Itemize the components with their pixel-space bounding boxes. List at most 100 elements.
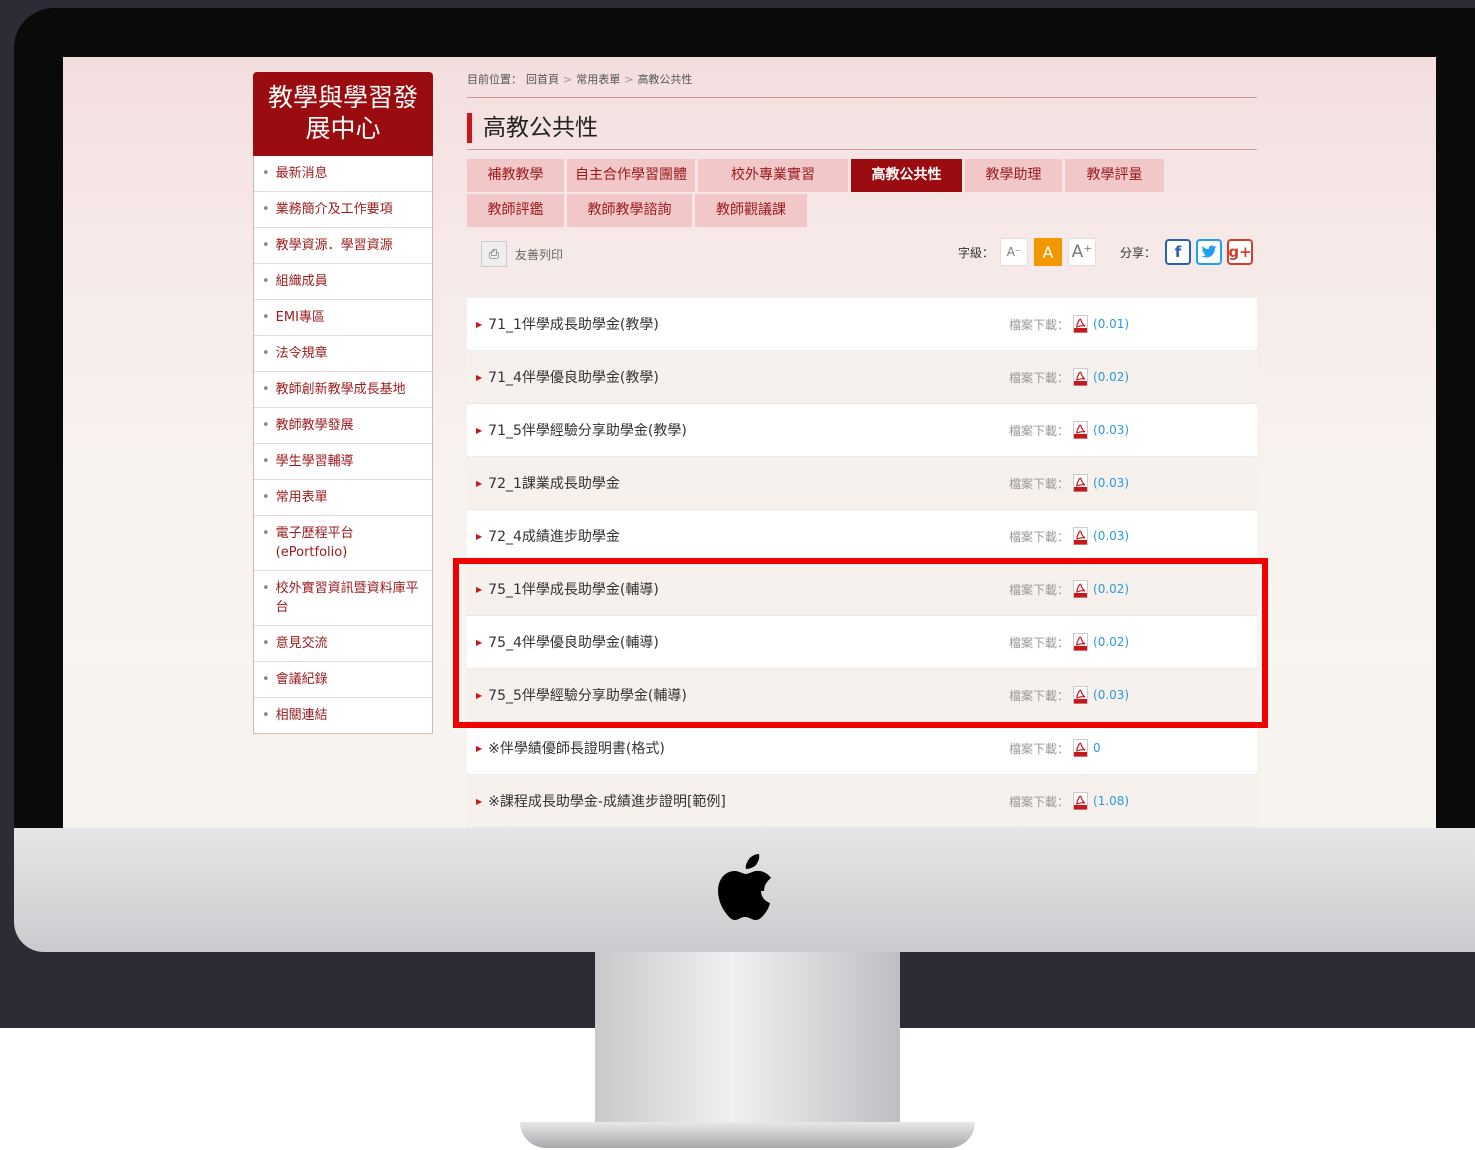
pdf-icon[interactable] bbox=[1073, 686, 1089, 704]
font-normal-button[interactable]: A bbox=[1033, 238, 1062, 266]
googleplus-icon[interactable]: g+ bbox=[1227, 239, 1253, 265]
sidebar-item-news[interactable]: • 最新消息 bbox=[254, 156, 432, 192]
arrow-icon: ▶ bbox=[476, 637, 483, 647]
file-size-link[interactable]: (0.02) bbox=[1093, 582, 1129, 596]
font-size-label: 字級： bbox=[957, 245, 994, 260]
sidebar-item-label: 最新消息 bbox=[275, 166, 328, 181]
tab-external-internship[interactable]: 校外專業實習 bbox=[698, 159, 848, 192]
file-name-link[interactable]: 71_5伴學經驗分享助學金(教學) bbox=[488, 420, 687, 440]
bullet-icon: • bbox=[262, 418, 270, 433]
file-name-link[interactable]: 75_4伴學優良助學金(輔導) bbox=[488, 632, 659, 652]
file-size-link[interactable]: (0.03) bbox=[1093, 688, 1129, 702]
sidebar-item-emi[interactable]: • EMI專區 bbox=[254, 300, 432, 336]
download-cell: 檔案下載： (1.08) bbox=[1009, 775, 1129, 827]
pdf-icon[interactable] bbox=[1073, 792, 1089, 810]
sidebar-item-regulations[interactable]: • 法令規章 bbox=[254, 336, 432, 372]
facebook-icon[interactable]: f bbox=[1165, 239, 1191, 265]
monitor-stand bbox=[520, 952, 975, 1150]
sidebar-item-resources[interactable]: • 教學資源．學習資源 bbox=[254, 228, 432, 264]
font-large-button[interactable]: A⁺ bbox=[1067, 238, 1096, 266]
file-row: ▶ 71_1伴學成長助學金(教學) 檔案下載： (0.01) bbox=[467, 298, 1257, 351]
pdf-icon[interactable] bbox=[1073, 633, 1089, 651]
sidebar-item-business[interactable]: • 業務簡介及工作要項 bbox=[254, 192, 432, 228]
sidebar-item-student-guidance[interactable]: • 學生學習輔導 bbox=[254, 444, 432, 480]
pdf-icon[interactable] bbox=[1073, 580, 1089, 598]
sidebar-item-minutes[interactable]: • 會議紀錄 bbox=[254, 662, 432, 698]
bullet-icon: • bbox=[262, 238, 270, 253]
arrow-icon: ▶ bbox=[476, 796, 483, 806]
file-size-link[interactable]: (0.03) bbox=[1093, 423, 1129, 437]
file-name-link[interactable]: 71_1伴學成長助學金(教學) bbox=[488, 314, 659, 334]
file-list: ▶ 71_1伴學成長助學金(教學) 檔案下載： (0.01) ▶ 71_4伴學優… bbox=[467, 298, 1257, 828]
file-row: ▶ 71_4伴學優良助學金(教學) 檔案下載： (0.02) bbox=[467, 351, 1257, 404]
arrow-icon: ▶ bbox=[476, 584, 483, 594]
sidebar-item-teacher-dev[interactable]: • 教師教學發展 bbox=[254, 408, 432, 444]
file-size-link[interactable]: (0.03) bbox=[1093, 529, 1129, 543]
download-label: 檔案下載： bbox=[1009, 582, 1070, 597]
file-name-link[interactable]: 75_1伴學成長助學金(輔導) bbox=[488, 579, 659, 599]
file-size-link[interactable]: (1.08) bbox=[1093, 794, 1129, 808]
file-name-link[interactable]: 75_5伴學經驗分享助學金(輔導) bbox=[488, 685, 687, 705]
font-small-button[interactable]: A⁻ bbox=[999, 238, 1028, 266]
arrow-icon: ▶ bbox=[476, 319, 483, 329]
file-name-link[interactable]: ※課程成長助學金-成績進步證明[範例] bbox=[488, 791, 726, 811]
sidebar-item-innovation[interactable]: • 教師創新教學成長基地 bbox=[254, 372, 432, 408]
sidebar-item-feedback[interactable]: • 意見交流 bbox=[254, 626, 432, 662]
sidebar-item-internship-db[interactable]: • 校外實習資訊暨資料庫平台 bbox=[254, 571, 432, 626]
bullet-icon: • bbox=[262, 202, 270, 217]
print-button[interactable]: ⎙ 友善列印 bbox=[481, 241, 563, 267]
file-name-link[interactable]: 72_1課業成長助學金 bbox=[488, 473, 620, 493]
file-size-link[interactable]: (0.02) bbox=[1093, 635, 1129, 649]
download-label: 檔案下載： bbox=[1009, 688, 1070, 703]
pdf-icon[interactable] bbox=[1073, 739, 1089, 757]
tab-teacher-assessment[interactable]: 教師評鑑 bbox=[467, 194, 564, 227]
file-size-link[interactable]: (0.03) bbox=[1093, 476, 1129, 490]
sidebar-item-label: 組織成員 bbox=[275, 274, 328, 289]
file-name-link[interactable]: 72_4成績進步助學金 bbox=[488, 526, 620, 546]
pdf-icon[interactable] bbox=[1073, 368, 1089, 386]
sidebar-item-label: 教師教學發展 bbox=[275, 418, 354, 433]
bullet-icon: • bbox=[262, 672, 270, 687]
bullet-icon: • bbox=[262, 490, 270, 505]
file-name-link[interactable]: 71_4伴學優良助學金(教學) bbox=[488, 367, 659, 387]
file-name-link[interactable]: ※伴學績優師長證明書(格式) bbox=[488, 738, 665, 758]
tab-remedial-teaching[interactable]: 補教教學 bbox=[467, 159, 564, 192]
pdf-icon[interactable] bbox=[1073, 421, 1089, 439]
sidebar-item-links[interactable]: • 相關連結 bbox=[254, 698, 432, 733]
file-size-link[interactable]: (0.02) bbox=[1093, 370, 1129, 384]
pdf-icon[interactable] bbox=[1073, 474, 1089, 492]
pdf-icon[interactable] bbox=[1073, 315, 1089, 333]
twitter-icon[interactable] bbox=[1196, 239, 1222, 265]
tab-teaching-evaluation[interactable]: 教學評量 bbox=[1065, 159, 1164, 192]
pdf-icon[interactable] bbox=[1073, 527, 1089, 545]
download-label: 檔案下載： bbox=[1009, 476, 1070, 491]
sidebar-menu: • 最新消息 • 業務簡介及工作要項 • 教學資源．學習資源 • 組織成員 • EMI專區… bbox=[253, 156, 433, 734]
tab-self-study-groups[interactable]: 自主合作學習團體 bbox=[567, 159, 695, 192]
file-size-link[interactable]: (0.01) bbox=[1093, 317, 1129, 331]
page-tools: 字級： A⁻ A A⁺ 分享： f g+ bbox=[958, 238, 1253, 266]
breadcrumb-home[interactable]: 回首頁 bbox=[526, 73, 559, 86]
sidebar-item-eportfolio[interactable]: • 電子歷程平台(ePortfolio) bbox=[254, 516, 432, 571]
tab-class-observation[interactable]: 教師觀議課 bbox=[695, 194, 807, 227]
tab-higher-ed-publicness[interactable]: 高教公共性 bbox=[851, 159, 962, 192]
bullet-icon: • bbox=[262, 310, 270, 325]
stand-neck bbox=[595, 952, 900, 1122]
file-row: ▶ 72_1課業成長助學金 檔案下載： (0.03) bbox=[467, 457, 1257, 510]
tab-teaching-consultation[interactable]: 教師教學諮詢 bbox=[567, 194, 692, 227]
sidebar: 教學與學習發展中心 • 最新消息 • 業務簡介及工作要項 • 教學資源．學習資源 • 組… bbox=[253, 72, 433, 734]
download-label: 檔案下載： bbox=[1009, 635, 1070, 650]
download-cell: 檔案下載： (0.02) bbox=[1009, 351, 1129, 403]
browser-screen: 教學與學習發展中心 • 最新消息 • 業務簡介及工作要項 • 教學資源．學習資源 • 組… bbox=[63, 57, 1436, 828]
sidebar-item-members[interactable]: • 組織成員 bbox=[254, 264, 432, 300]
file-size-link[interactable]: 0 bbox=[1093, 741, 1101, 755]
download-label: 檔案下載： bbox=[1009, 529, 1070, 544]
sidebar-item-forms[interactable]: • 常用表單 bbox=[254, 480, 432, 516]
download-cell: 檔案下載： (0.03) bbox=[1009, 457, 1129, 509]
arrow-icon: ▶ bbox=[476, 690, 483, 700]
breadcrumb-forms[interactable]: 常用表單 bbox=[576, 73, 620, 86]
sidebar-item-label: 會議紀錄 bbox=[275, 672, 328, 687]
tab-teaching-assistant[interactable]: 教學助理 bbox=[965, 159, 1062, 192]
sidebar-item-label: 法令規章 bbox=[275, 346, 328, 361]
bullet-icon: • bbox=[262, 708, 270, 723]
arrow-icon: ▶ bbox=[476, 372, 483, 382]
